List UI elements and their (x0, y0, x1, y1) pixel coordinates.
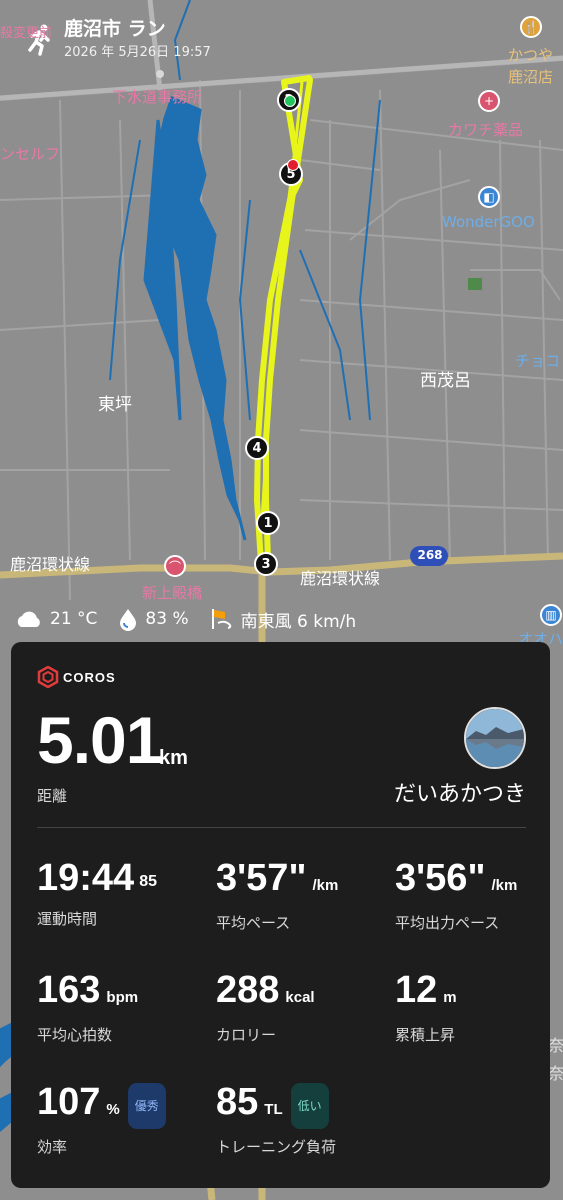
bridge-poi-icon[interactable]: ⌒ (164, 555, 186, 577)
shopping-poi-icon[interactable]: ◧ (478, 186, 500, 208)
distance-value: 5.01 (37, 703, 162, 777)
calories-unit: kcal (285, 989, 315, 1006)
avg-pace-unit: /km (312, 877, 339, 894)
map-label-katsuya-1: かつや (508, 46, 554, 64)
efficiency-unit: % (106, 1101, 120, 1118)
temperature-value: 21 °C (50, 609, 98, 629)
distance-unit: km (159, 747, 188, 769)
map-label-kawachi: カワチ薬品 (448, 121, 524, 139)
map-label-top-left: 殺変更前 (0, 26, 53, 41)
distance-label: 距離 (37, 787, 68, 805)
card-divider (37, 827, 526, 828)
building-poi-icon[interactable]: ▥ (540, 604, 562, 626)
map-label-higashitsubo: 東坪 (98, 395, 132, 415)
training-load-label: トレーニング負荷 (216, 1138, 337, 1156)
elevation-label: 累積上昇 (395, 1026, 456, 1044)
efficiency-rating-badge: 優秀 (127, 1083, 166, 1129)
map-label-shinkaden: 新上殿橋 (142, 584, 203, 602)
duration-hundredths: 85 (139, 873, 157, 890)
brand-name: COROS (63, 669, 116, 685)
elevation-value: 12 (395, 969, 438, 1011)
lap-marker-4[interactable]: 4 (245, 436, 269, 460)
stat-calories: 288 kcal カロリー (216, 968, 315, 1045)
heart-rate-value: 163 (37, 969, 101, 1011)
map-label-wondergoo: WonderGOO (442, 213, 535, 231)
pharmacy-poi-icon[interactable]: + (478, 90, 500, 112)
map-label-katsuya-2: 鹿沼店 (508, 68, 554, 86)
map-label-nishimoro: 西茂呂 (420, 371, 471, 391)
avg-power-pace-value: 3'56" (395, 857, 486, 899)
stat-avg-heart-rate: 163 bpm 平均心拍数 (37, 968, 138, 1045)
map-label-kanjo-left: 鹿沼環状線 (10, 555, 91, 574)
activity-title: 鹿沼市 ラン (64, 18, 166, 40)
training-load-unit: TL (264, 1101, 283, 1118)
avg-power-pace-unit: /km (491, 877, 518, 894)
coros-logo: COROS (37, 666, 116, 688)
heart-rate-unit: bpm (106, 989, 139, 1006)
coros-logo-icon (37, 666, 59, 688)
start-dot (284, 95, 296, 107)
wind-value: 南東風 6 km/h (240, 611, 357, 632)
efficiency-value: 107 (37, 1081, 101, 1123)
heart-rate-label: 平均心拍数 (37, 1026, 113, 1044)
wind-icon (209, 607, 235, 631)
stat-avg-pace: 3'57" /km 平均ペース (216, 856, 338, 933)
map-label-serufu: ンセルフ (0, 145, 61, 163)
stat-training-load: 85 TL 低い トレーニング負荷 (216, 1080, 336, 1157)
calories-value: 288 (216, 969, 280, 1011)
user-avatar[interactable] (464, 707, 526, 769)
map-label-kanjo-right: 鹿沼環状線 (300, 569, 381, 588)
route-number-shield: 268 (417, 548, 443, 562)
calories-label: カロリー (216, 1026, 277, 1044)
username: だいあかつき (393, 782, 526, 807)
training-load-value: 85 (216, 1081, 259, 1123)
stat-duration: 19:44 85 運動時間 (37, 856, 157, 929)
activity-summary-card: COROS 5.01 km 距離 だいあかつき 19:44 85 運動時間 3'5… (11, 642, 550, 1188)
lap-marker-1[interactable]: 1 (256, 511, 280, 535)
humidity-icon (117, 607, 139, 631)
humidity-value: 83 % (145, 609, 189, 629)
avg-power-pace-label: 平均出力ペース (395, 914, 500, 932)
finish-dot (287, 159, 299, 171)
activity-date: 2026 年 5月26日 19:57 (64, 45, 211, 60)
stat-efficiency: 107% 優秀 効率 (37, 1080, 166, 1157)
map-label-edge-1: 奈 (548, 1036, 563, 1055)
map-label-gesuido: 下水道事務所 (112, 88, 203, 106)
map-label-choko: チョコ (515, 352, 561, 370)
restaurant-poi-icon[interactable]: 🍴 (520, 16, 542, 38)
stat-elevation-gain: 12 m 累積上昇 (395, 968, 457, 1045)
stat-avg-power-pace: 3'56" /km 平均出力ペース (395, 856, 517, 933)
map-label-edge-2: 奈 (548, 1064, 563, 1083)
training-load-badge: 低い (290, 1083, 329, 1129)
duration-label: 運動時間 (37, 910, 98, 928)
efficiency-label: 効率 (37, 1138, 68, 1156)
duration-value: 19:44 (37, 857, 135, 899)
elevation-unit: m (443, 989, 457, 1006)
cloud-icon (14, 609, 44, 629)
avg-pace-value: 3'57" (216, 857, 307, 899)
avg-pace-label: 平均ペース (216, 914, 291, 932)
weather-row: 21 °C 83 % 南東風 6 km/h (14, 604, 376, 634)
lap-marker-3[interactable]: 3 (254, 552, 278, 576)
